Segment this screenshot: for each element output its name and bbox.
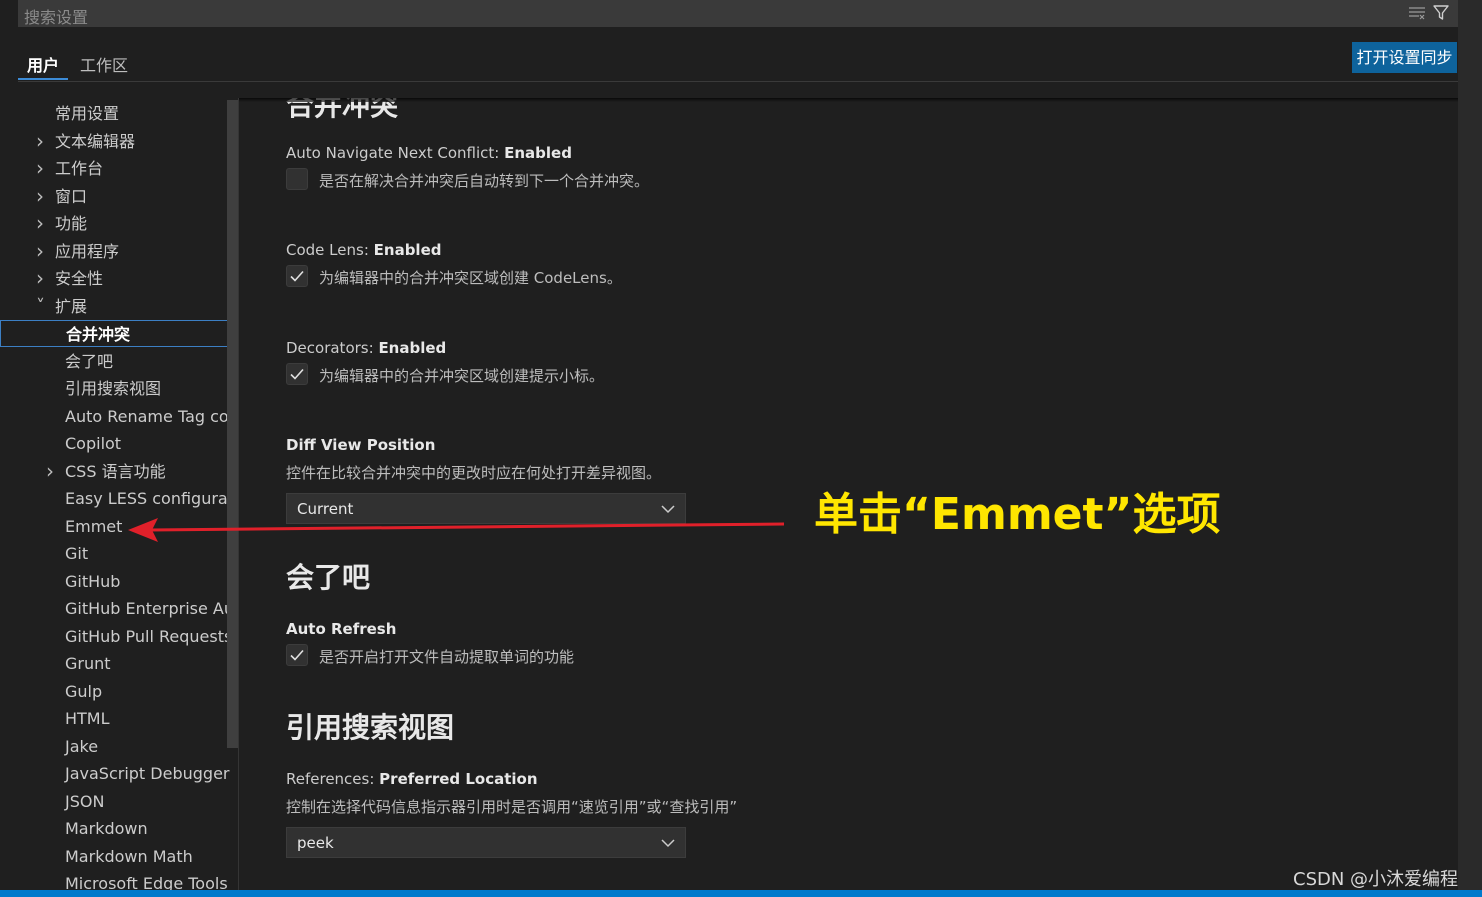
- annotation-text: 单击“Emmet”选项: [814, 489, 1221, 540]
- watermark: CSDN @小沐爱编程: [1293, 869, 1459, 890]
- annotation-arrow: [128, 518, 785, 542]
